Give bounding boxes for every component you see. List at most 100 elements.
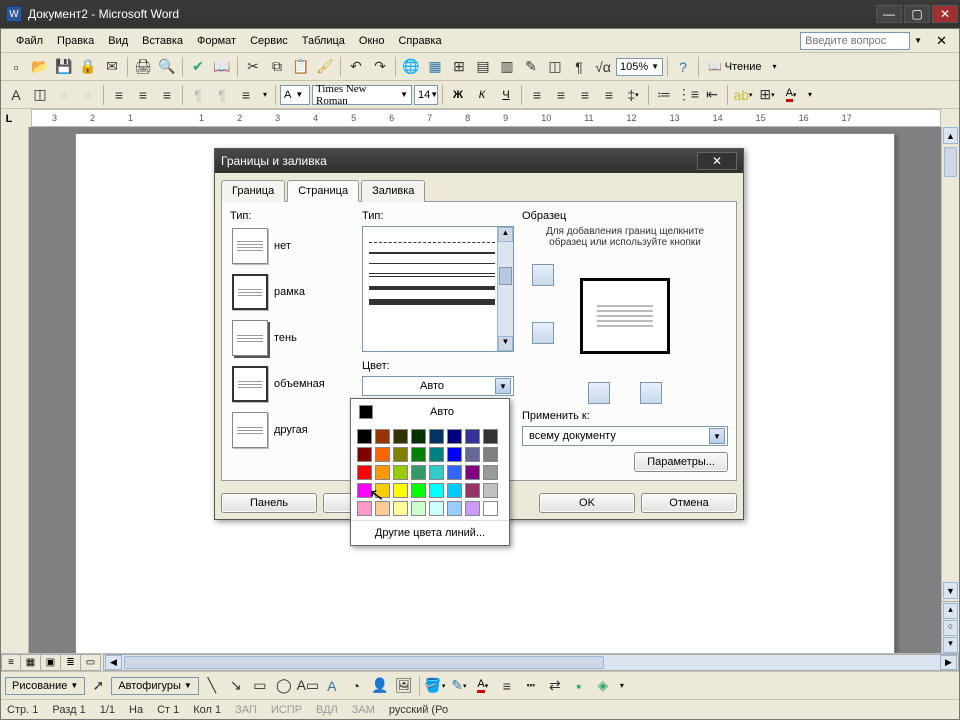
pointer-button[interactable]: ➚ bbox=[87, 675, 109, 697]
picture-button[interactable]: 🖼 bbox=[393, 675, 415, 697]
help-button[interactable]: ? bbox=[672, 56, 694, 78]
excel-button[interactable]: ▤ bbox=[472, 56, 494, 78]
menu-window[interactable]: Окно bbox=[352, 32, 392, 50]
color-swatch[interactable] bbox=[393, 465, 408, 480]
color-swatch[interactable] bbox=[447, 447, 462, 462]
3d-button[interactable]: ◈ bbox=[592, 675, 614, 697]
ltr-button[interactable]: ¶ bbox=[187, 84, 209, 106]
line-style-button[interactable]: ≡ bbox=[496, 675, 518, 697]
bullets-button[interactable]: ⋮≡ bbox=[677, 84, 699, 106]
dialog-close-button[interactable]: ✕ bbox=[697, 152, 737, 170]
print-button[interactable]: 🖨 bbox=[132, 56, 154, 78]
font-color-draw-button[interactable]: A▾ bbox=[472, 675, 494, 697]
status-trk[interactable]: ИСПР bbox=[271, 704, 302, 716]
tbopt-button[interactable]: ≡ bbox=[235, 84, 257, 106]
font-color-button[interactable]: A▾ bbox=[780, 84, 802, 106]
normal-view-button[interactable]: ≡ bbox=[1, 654, 21, 671]
color-swatch[interactable] bbox=[483, 447, 498, 462]
bold-button[interactable]: Ж bbox=[447, 84, 469, 106]
color-swatch[interactable] bbox=[483, 501, 498, 516]
clipart-button[interactable]: 👤 bbox=[369, 675, 391, 697]
color-swatch[interactable] bbox=[411, 465, 426, 480]
color-swatch[interactable] bbox=[411, 447, 426, 462]
preview-button[interactable]: 🔍 bbox=[156, 56, 178, 78]
view1-button[interactable]: ◫ bbox=[29, 84, 51, 106]
undo-button[interactable]: ↶ bbox=[345, 56, 367, 78]
color-swatch[interactable] bbox=[465, 483, 480, 498]
save-button[interactable]: 💾 bbox=[53, 56, 75, 78]
color-swatch[interactable] bbox=[393, 447, 408, 462]
align2-button[interactable]: ≡ bbox=[132, 84, 154, 106]
copy-button[interactable]: ⧉ bbox=[266, 56, 288, 78]
minimize-button[interactable]: — bbox=[876, 5, 902, 23]
arrow-button[interactable]: ↘ bbox=[225, 675, 247, 697]
options-button[interactable]: Параметры... bbox=[634, 452, 728, 472]
menu-tools[interactable]: Сервис bbox=[243, 32, 295, 50]
doc-close-button[interactable]: ✕ bbox=[932, 33, 951, 49]
hyperlink-button[interactable]: 🌐 bbox=[400, 56, 422, 78]
font-name-select[interactable]: Times New Roman▼ bbox=[312, 85, 412, 105]
tab-button[interactable]: L bbox=[2, 110, 16, 128]
line-style-list[interactable]: ▲▼ bbox=[362, 226, 514, 352]
fill-color-button[interactable]: 🪣▾ bbox=[424, 675, 446, 697]
color-swatch[interactable] bbox=[447, 429, 462, 444]
color-swatch[interactable] bbox=[357, 465, 372, 480]
color-swatch[interactable] bbox=[429, 483, 444, 498]
scroll-up-button[interactable]: ▲ bbox=[943, 127, 958, 144]
new-button[interactable]: ▫ bbox=[5, 56, 27, 78]
view3-button[interactable]: ○ bbox=[77, 84, 99, 106]
line-spacing-button[interactable]: ‡▾ bbox=[622, 84, 644, 106]
columns-button[interactable]: ▥ bbox=[496, 56, 518, 78]
edge-top-button[interactable] bbox=[532, 264, 554, 286]
prev-page-button[interactable]: ▴ bbox=[943, 603, 958, 619]
scroll-down-button[interactable]: ▼ bbox=[943, 582, 958, 599]
apply-dropdown-button[interactable]: ▼ bbox=[709, 428, 725, 444]
edge-right-button[interactable] bbox=[640, 382, 662, 404]
rtl-button[interactable]: ¶ bbox=[211, 84, 233, 106]
color-swatch[interactable] bbox=[375, 465, 390, 480]
color-swatch[interactable] bbox=[483, 429, 498, 444]
arrow-style-button[interactable]: ⇄ bbox=[544, 675, 566, 697]
color-swatch[interactable] bbox=[357, 429, 372, 444]
more-colors-item[interactable]: Другие цвета линий... bbox=[351, 520, 509, 545]
color-swatch[interactable] bbox=[411, 429, 426, 444]
color-swatch[interactable] bbox=[393, 501, 408, 516]
horizontal-scrollbar[interactable]: ◀ ▶ bbox=[103, 654, 959, 671]
tab-border[interactable]: Граница bbox=[221, 180, 285, 202]
align-right-button[interactable]: ≡ bbox=[574, 84, 596, 106]
status-ovr[interactable]: ЗАМ bbox=[352, 704, 375, 716]
scroll-thumb[interactable] bbox=[944, 147, 957, 177]
font-size-select[interactable]: 14▼ bbox=[414, 85, 438, 105]
cut-button[interactable]: ✂ bbox=[242, 56, 264, 78]
help-search-input[interactable] bbox=[800, 32, 910, 50]
type-3d[interactable]: объемная bbox=[230, 364, 354, 404]
numbering-button[interactable]: ≔ bbox=[653, 84, 675, 106]
scroll-left-button[interactable]: ◀ bbox=[105, 655, 122, 670]
tab-shading[interactable]: Заливка bbox=[361, 180, 425, 202]
toolbar-options[interactable]: ▾ bbox=[768, 56, 780, 78]
drawing-button[interactable]: ✎ bbox=[520, 56, 542, 78]
h-scroll-thumb[interactable] bbox=[124, 656, 604, 669]
status-rec[interactable]: ЗАП bbox=[235, 704, 257, 716]
menu-file[interactable]: Файл bbox=[9, 32, 50, 50]
status-ext[interactable]: ВДЛ bbox=[316, 704, 338, 716]
wordart-button[interactable]: A bbox=[321, 675, 343, 697]
oval-button[interactable]: ◯ bbox=[273, 675, 295, 697]
edge-bottom-button[interactable] bbox=[532, 322, 554, 344]
color-swatch[interactable] bbox=[447, 465, 462, 480]
border-button[interactable]: ⊞▾ bbox=[756, 84, 778, 106]
style-select[interactable]: A▼ bbox=[280, 85, 310, 105]
apply-to-combo[interactable]: всему документу ▼ bbox=[522, 426, 728, 446]
align-center-button[interactable]: ≡ bbox=[550, 84, 572, 106]
color-swatch[interactable] bbox=[429, 429, 444, 444]
redo-button[interactable]: ↷ bbox=[369, 56, 391, 78]
color-swatch[interactable] bbox=[465, 447, 480, 462]
align-left-button[interactable]: ≡ bbox=[526, 84, 548, 106]
scroll-right-button[interactable]: ▶ bbox=[940, 655, 957, 670]
color-swatch[interactable] bbox=[465, 465, 480, 480]
format-painter-button[interactable]: 🖌 bbox=[314, 56, 336, 78]
color-swatch[interactable] bbox=[357, 447, 372, 462]
reading-mode-button[interactable]: 📖Чтение bbox=[703, 56, 766, 78]
color-swatch[interactable] bbox=[375, 429, 390, 444]
tab-page[interactable]: Страница bbox=[287, 180, 359, 202]
